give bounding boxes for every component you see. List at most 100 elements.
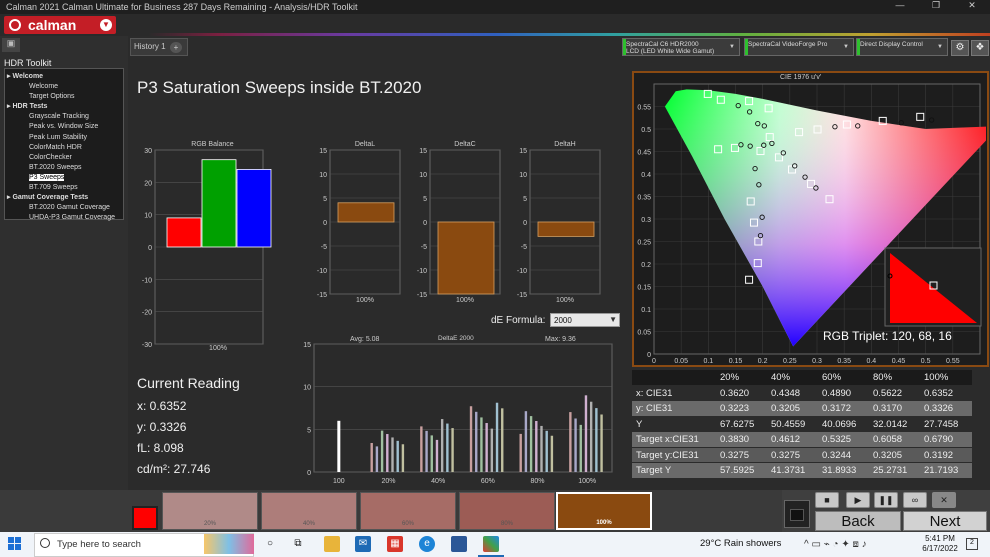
loop-icon[interactable]: ∞ [903,492,927,508]
menu-caret-icon[interactable]: ▼ [100,19,112,31]
pattern-generator-selector[interactable]: SpectraCal VideoForge Pro ▼ [744,38,854,56]
stop-button[interactable]: ■ [815,492,839,508]
x-tick-label: 60% [481,478,495,485]
calman-taskbar-icon[interactable] [483,536,499,552]
next-button[interactable]: Next [903,511,987,531]
close-icon[interactable]: ✕ [932,492,956,508]
patch-swatch[interactable]: 40% [261,492,357,530]
deltae-bar [425,430,428,472]
table-row-label: x: CIE31 [636,387,673,399]
tree-item[interactable]: ▸ HDR Tests [7,102,121,112]
tree-item[interactable]: ColorMatch HDR [7,143,121,153]
table-cell: 0.3192 [924,449,954,461]
deltae-chart: 15 10 5 0 100 20% 40% 60% 80% 100% [303,342,613,485]
table-row-label: y: CIE31 [636,403,673,414]
file-explorer-icon[interactable] [324,536,340,552]
pause-button[interactable]: ❚❚ [874,492,898,508]
display-selector[interactable]: Direct Display Control ▼ [856,38,948,56]
table-cell: 57.5925 [720,465,755,476]
table-cell: 0.6352 [924,387,954,399]
table-row-label: Target y:CIE31 [636,449,699,461]
tree-item[interactable]: Welcome [7,82,121,92]
deltae-bar [535,421,538,472]
y-tick-label: 5 [323,196,327,203]
deltae-bar [600,414,603,472]
y-tick-label: 15 [419,148,427,155]
tree-item[interactable]: ▸ Welcome [7,72,121,82]
tree-item[interactable]: BT.2020 Sweeps [7,163,121,173]
tree-item[interactable]: Target Options [7,92,121,102]
maximize-button[interactable]: ❐ [918,0,954,14]
table-cell: 0.6790 [924,434,954,445]
y-tick-label: 0 [423,220,427,227]
tree-item-label: Welcome [29,83,59,91]
search-placeholder: Type here to search [57,539,141,550]
back-button[interactable]: Back [815,511,901,531]
table-header-cell: 40% [771,372,791,383]
task-view-icon[interactable]: ⧉ [290,536,306,552]
table-cell: 0.5622 [873,387,903,399]
meter-mode: LCD (LED White Wide Gamut) [626,48,715,55]
weather-text: 29°C Rain showers [700,538,782,549]
x-tick-label: 100 [333,478,345,485]
deltae-bar [420,426,423,472]
table-cell: 0.3205 [771,403,801,414]
readings-table: 20% 40% 60% 80% 100% x: CIE31 0.3620 0.4348 0.48… [632,370,972,479]
patch-swatch[interactable]: 100% [556,492,652,530]
photos-icon[interactable] [451,536,467,552]
minimize-button[interactable]: — [882,0,918,14]
y-tick-label: 0.4 [641,172,651,179]
system-tray-icons[interactable]: ^ ▭ ⌁ ◔ ✦ ⧈ ♪ [804,539,867,550]
y-tick-label: -15 [317,292,327,299]
play-button[interactable]: ▶ [846,492,870,508]
de-formula-select[interactable]: 2000 ▼ [550,313,620,327]
swatch-label: 60% [401,521,414,527]
y-tick-label: 0.1 [641,307,651,314]
de-formula-label: dE Formula: [491,315,546,326]
close-button[interactable]: ✕ [954,0,990,14]
patch-swatch[interactable]: 60% [360,492,456,530]
tree-item[interactable]: BT.709 Sweeps [7,183,121,193]
tree-item[interactable]: BT.2020 Gamut Coverage [7,203,121,213]
patch-swatch[interactable]: 20% [162,492,258,530]
table-row: x: CIE31 0.3620 0.4348 0.4890 0.5622 0.6352 [632,385,972,401]
sidebar-collapse-icon[interactable]: ▣ [2,38,20,52]
add-tab-button[interactable]: + [170,42,182,53]
deltae-bar [475,411,478,472]
tree-item[interactable]: Peak vs. Window Size [7,122,121,132]
deltae-bar [446,423,449,472]
table-row: y: CIE31 0.3223 0.3205 0.3172 0.3170 0.3326 [632,401,972,417]
taskbar-clock[interactable]: 5:41 PM 6/17/2022 [918,534,962,554]
edge-browser-icon[interactable]: e [419,536,435,552]
settings-gear-icon[interactable]: ⚙ [951,40,969,56]
table-cell: 0.3620 [720,387,750,399]
notification-icon[interactable]: 2 [966,538,978,550]
clock-date: 6/17/2022 [922,544,958,553]
cortana-icon[interactable]: ○ [262,536,278,552]
tree-item[interactable]: ▸ Gamut Coverage Tests [7,193,121,203]
windows-start-icon[interactable] [8,537,22,551]
tree-item[interactable]: Grayscale Tracking [7,112,121,122]
tree-item[interactable]: P3 Sweeps [7,173,121,183]
mail-icon[interactable]: ✉ [355,536,371,552]
table-cell: 0.5325 [822,434,852,445]
tree-item[interactable]: ColorChecker [7,153,121,163]
deltae-bar [584,395,588,472]
help-icon[interactable]: ❖ [971,40,989,56]
gift-app-icon[interactable]: ▦ [387,536,403,552]
y-tick-label: 10 [419,172,427,179]
tree-item[interactable]: Peak Lum Stability [7,133,121,143]
x-tick-label: 100% [556,297,574,304]
cie-target-point [916,112,925,121]
x-tick-label: 0.3 [812,358,822,365]
search-highlight-icon[interactable] [204,534,254,554]
x-tick-label: 0.55 [946,358,960,365]
meter-selector[interactable]: SpectraCal C6 HDR2000 LCD (LED White Wid… [622,38,740,56]
deltae-bar [490,428,494,472]
y-tick-label: 0 [323,220,327,227]
weather-widget[interactable]: 29°C Rain showers [700,538,781,549]
patch-swatch[interactable]: 80% [459,492,555,530]
current-color-swatch[interactable] [132,506,158,530]
tree-item[interactable]: UHDA-P3 Gamut Coverage [7,213,121,223]
display-name: Direct Display Control [860,41,923,48]
